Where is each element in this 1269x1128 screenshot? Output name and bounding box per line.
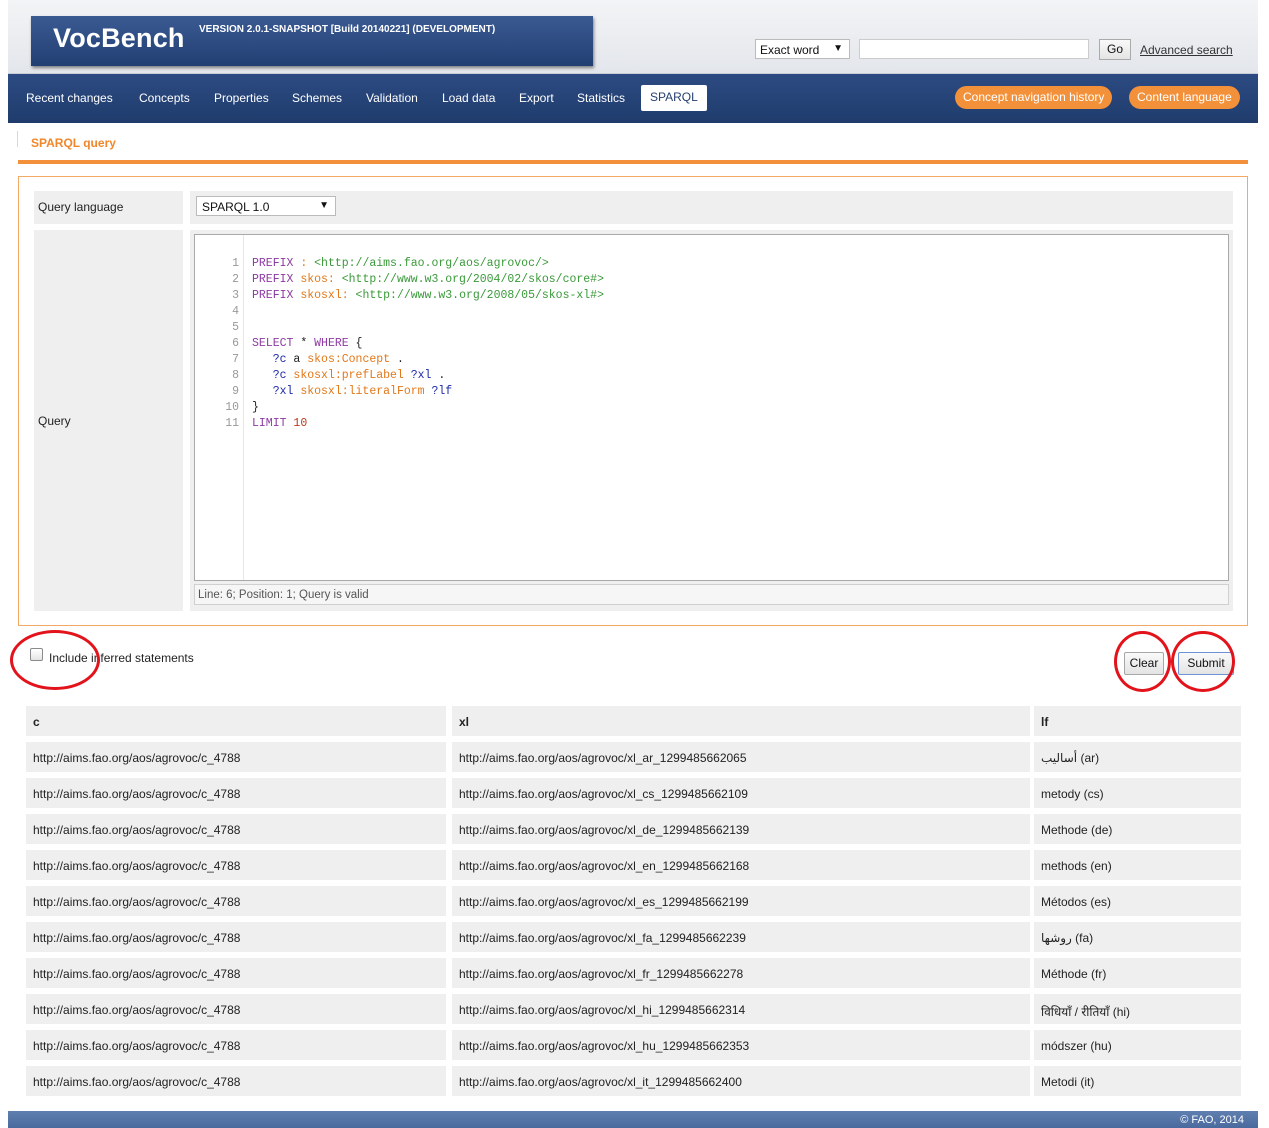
table-cell: أساليب (ar) <box>1034 742 1241 772</box>
nav-recent-changes[interactable]: Recent changes <box>26 91 113 105</box>
table-cell: http://aims.fao.org/aos/agrovoc/xl_hu_12… <box>452 1030 1030 1060</box>
nav-validation[interactable]: Validation <box>366 91 418 105</box>
app-logo[interactable]: VocBench <box>53 23 185 54</box>
table-cell: http://aims.fao.org/aos/agrovoc/xl_cs_12… <box>452 778 1030 808</box>
table-cell: http://aims.fao.org/aos/agrovoc/c_4788 <box>26 922 446 952</box>
concept-navigation-history-button[interactable]: Concept navigation history <box>955 86 1113 109</box>
query-form: Query language SPARQL 1.0 ▼ Query 1 PREFI… <box>18 176 1248 626</box>
page-title: SPARQL query <box>31 136 116 150</box>
search-mode-select[interactable]: Exact word ▼ <box>755 39 850 59</box>
code-line: 9 ?xl skosxl:literalForm ?lf <box>232 385 453 398</box>
table-cell: módszer (hu) <box>1034 1030 1241 1060</box>
column-header-lf: lf <box>1034 706 1241 736</box>
nav-concepts[interactable]: Concepts <box>139 91 190 105</box>
table-cell: http://aims.fao.org/aos/agrovoc/xl_en_12… <box>452 850 1030 880</box>
code-line: 2 PREFIX skos: <http://www.w3.org/2004/02… <box>232 273 604 286</box>
annotation-circle-checkbox <box>10 630 100 690</box>
title-rule <box>18 160 1248 164</box>
table-cell: http://aims.fao.org/aos/agrovoc/xl_ar_12… <box>452 742 1030 772</box>
table-cell: http://aims.fao.org/aos/agrovoc/xl_es_12… <box>452 886 1030 916</box>
nav-load-data[interactable]: Load data <box>442 91 495 105</box>
column-header-c: c <box>26 706 446 736</box>
table-cell: http://aims.fao.org/aos/agrovoc/c_4788 <box>26 994 446 1024</box>
code-line: 7 ?c a skos:Concept . <box>232 353 404 366</box>
version-label: VERSION 2.0.1-SNAPSHOT [Build 20140221] … <box>199 24 496 35</box>
copyright-label: © FAO, 2014 <box>1180 1114 1244 1126</box>
table-cell: Metodi (it) <box>1034 1066 1241 1096</box>
footer: © FAO, 2014 <box>8 1111 1258 1128</box>
search-input[interactable] <box>859 39 1089 59</box>
query-cell: 1 PREFIX : <http://aims.fao.org/aos/agrov… <box>190 230 1233 611</box>
table-cell: روشها (fa) <box>1034 922 1241 952</box>
logo-banner: VocBench VERSION 2.0.1-SNAPSHOT [Build 2… <box>31 16 593 66</box>
annotation-circle-submit <box>1171 631 1235 692</box>
query-editor[interactable]: 1 PREFIX : <http://aims.fao.org/aos/agrov… <box>194 234 1229 581</box>
table-cell: http://aims.fao.org/aos/agrovoc/c_4788 <box>26 1066 446 1096</box>
dropdown-arrow-icon: ▼ <box>833 43 843 54</box>
dropdown-arrow-icon: ▼ <box>319 200 329 211</box>
table-cell: http://aims.fao.org/aos/agrovoc/xl_hi_12… <box>452 994 1030 1024</box>
code-line: 5 <box>232 321 239 334</box>
table-cell: http://aims.fao.org/aos/agrovoc/c_4788 <box>26 1030 446 1060</box>
query-language-cell: SPARQL 1.0 ▼ <box>190 191 1233 224</box>
nav-statistics[interactable]: Statistics <box>577 91 625 105</box>
code-line: 10} <box>225 401 259 414</box>
go-button[interactable]: Go <box>1099 39 1131 60</box>
column-header-xl: xl <box>452 706 1030 736</box>
code-line: 3 PREFIX skosxl: <http://www.w3.org/2008/… <box>232 289 604 302</box>
advanced-search-link[interactable]: Advanced search <box>1140 43 1233 57</box>
table-cell: http://aims.fao.org/aos/agrovoc/c_4788 <box>26 814 446 844</box>
table-cell: http://aims.fao.org/aos/agrovoc/c_4788 <box>26 958 446 988</box>
table-cell: Méthode (fr) <box>1034 958 1241 988</box>
editor-status: Line: 6; Position: 1; Query is valid <box>194 584 1229 605</box>
table-cell: Methode (de) <box>1034 814 1241 844</box>
code-line: 11 LIMIT 10 <box>225 417 308 430</box>
code-line: 4 <box>232 305 239 318</box>
code-line: 6 SELECT * WHERE { <box>232 337 363 350</box>
query-language-select[interactable]: SPARQL 1.0 ▼ <box>196 196 336 216</box>
table-cell: विधियाँ / रीतियाँ (hi) <box>1034 994 1241 1024</box>
code-line: 1 PREFIX : <http://aims.fao.org/aos/agrov… <box>232 257 549 270</box>
query-label: Query <box>34 230 183 611</box>
query-language-label: Query language <box>34 191 183 224</box>
code-line: 8 ?c skosxl:prefLabel ?xl . <box>232 369 446 382</box>
table-cell: http://aims.fao.org/aos/agrovoc/xl_fr_12… <box>452 958 1030 988</box>
table-cell: Métodos (es) <box>1034 886 1241 916</box>
search-mode-value: Exact word <box>760 43 820 57</box>
table-cell: http://aims.fao.org/aos/agrovoc/xl_de_12… <box>452 814 1030 844</box>
title-divider <box>17 131 18 147</box>
table-cell: http://aims.fao.org/aos/agrovoc/c_4788 <box>26 886 446 916</box>
table-cell: methods (en) <box>1034 850 1241 880</box>
nav-sparql[interactable]: SPARQL <box>641 85 707 111</box>
query-language-value: SPARQL 1.0 <box>202 200 270 214</box>
table-cell: http://aims.fao.org/aos/agrovoc/xl_it_12… <box>452 1066 1030 1096</box>
annotation-circle-clear <box>1114 631 1171 692</box>
nav-schemes[interactable]: Schemes <box>292 91 342 105</box>
table-cell: metody (cs) <box>1034 778 1241 808</box>
nav-properties[interactable]: Properties <box>214 91 269 105</box>
content-language-button[interactable]: Content language <box>1129 86 1240 109</box>
nav-export[interactable]: Export <box>519 91 554 105</box>
table-cell: http://aims.fao.org/aos/agrovoc/c_4788 <box>26 850 446 880</box>
table-cell: http://aims.fao.org/aos/agrovoc/c_4788 <box>26 742 446 772</box>
main-nav: Recent changes Concepts Properties Schem… <box>8 74 1258 123</box>
table-cell: http://aims.fao.org/aos/agrovoc/xl_fa_12… <box>452 922 1030 952</box>
table-cell: http://aims.fao.org/aos/agrovoc/c_4788 <box>26 778 446 808</box>
